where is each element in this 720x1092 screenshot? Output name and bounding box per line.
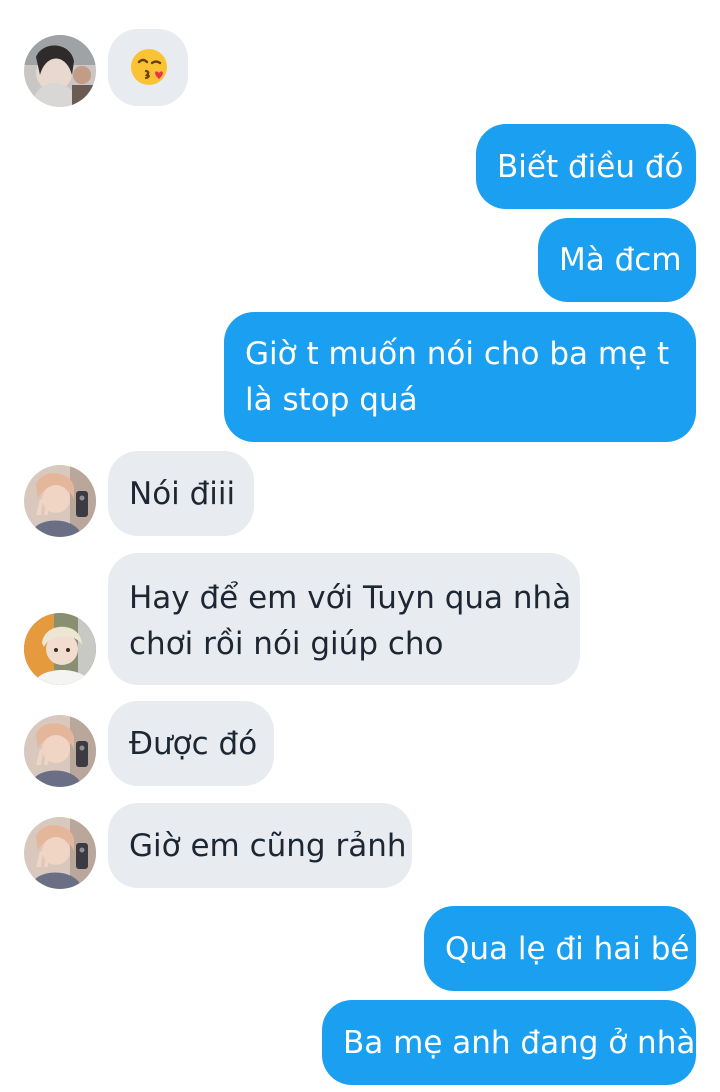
message-text: Ba mẹ anh đang ở nhà [343, 1025, 696, 1061]
avatar-user-blond[interactable] [24, 613, 96, 685]
incoming-message-bubble[interactable]: Nói điii [108, 451, 254, 536]
outgoing-message-bubble[interactable]: Mà đcm [538, 218, 696, 302]
message-text-line-2: chơi rồi nói giúp cho [129, 626, 444, 662]
message-text-line-1: Giờ t muốn nói cho ba mẹ t [245, 336, 670, 372]
outgoing-message-bubble[interactable]: Qua lẹ đi hai bé [424, 906, 696, 991]
face-blowing-a-kiss-icon [129, 47, 169, 87]
message-text-line-2: là stop quá [245, 382, 418, 418]
message-text: Giờ em cũng rảnh [129, 828, 407, 864]
message-text: Mà đcm [559, 242, 682, 278]
avatar-user-peace[interactable] [24, 715, 96, 787]
incoming-message-bubble[interactable]: Hay để em với Tuyn qua nhà chơi rồi nói … [108, 553, 580, 685]
outgoing-message-bubble[interactable]: Ba mẹ anh đang ở nhà [322, 1000, 696, 1085]
chat-thread: Biết điều đó Mà đcm Giờ t muốn nói cho b… [0, 0, 720, 1092]
message-text: Qua lẹ đi hai bé [445, 931, 690, 967]
avatar-user-peace[interactable] [24, 817, 96, 889]
incoming-message-bubble[interactable]: Được đó [108, 701, 274, 786]
message-text: Biết điều đó [497, 149, 684, 185]
outgoing-message-bubble[interactable]: Giờ t muốn nói cho ba mẹ t là stop quá [224, 312, 696, 442]
message-text: Được đó [129, 726, 258, 762]
message-text-line-1: Hay để em với Tuyn qua nhà [129, 580, 572, 616]
message-text: Nói điii [129, 476, 236, 512]
avatar-user-peace[interactable] [24, 465, 96, 537]
incoming-message-bubble[interactable] [108, 29, 188, 106]
avatar-user-hoodie[interactable] [24, 35, 96, 107]
incoming-message-bubble[interactable]: Giờ em cũng rảnh [108, 803, 412, 888]
outgoing-message-bubble[interactable]: Biết điều đó [476, 124, 696, 209]
